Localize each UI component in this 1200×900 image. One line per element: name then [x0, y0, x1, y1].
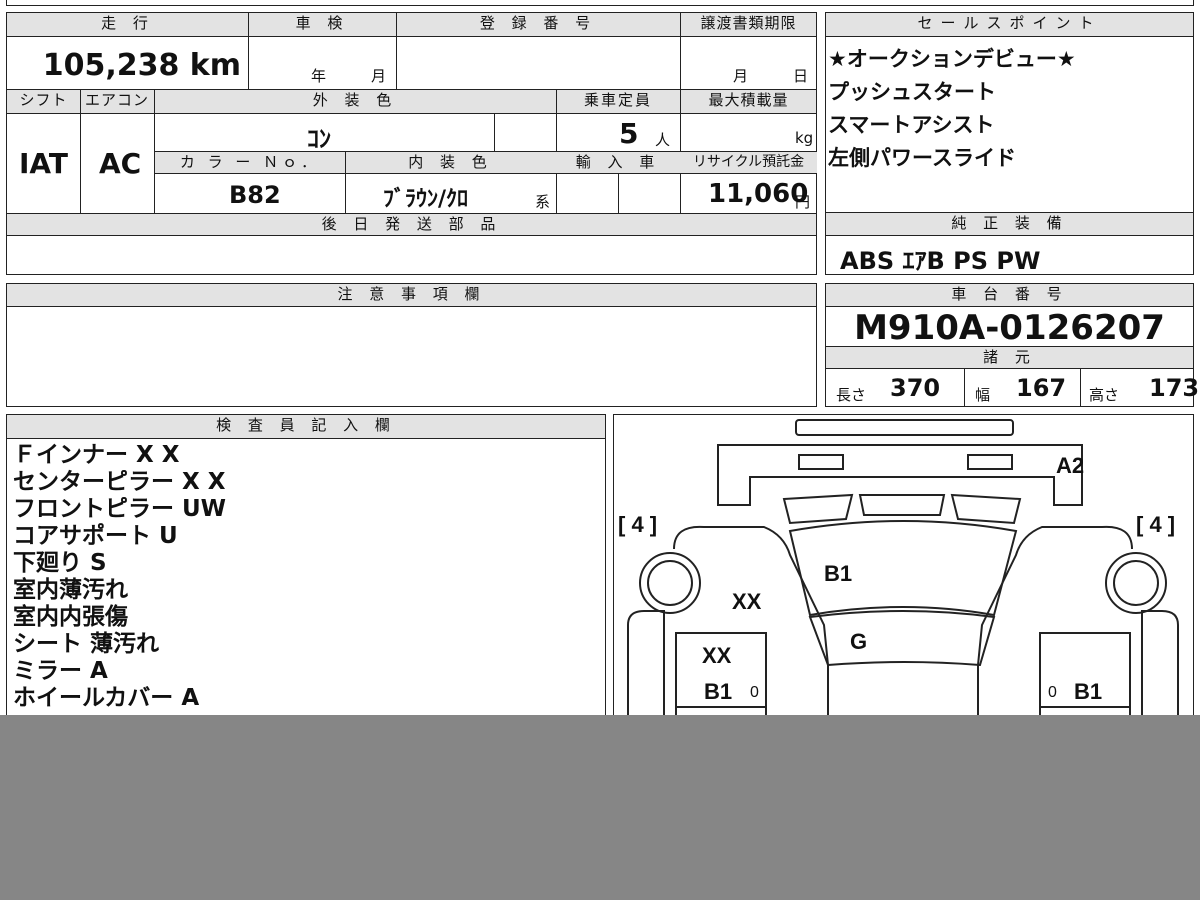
inspection-year-unit: 年 — [311, 67, 327, 85]
sales-point-item: プッシュスタート — [828, 80, 996, 104]
mileage-value: 105,238 km — [42, 48, 241, 83]
damage-mark: XX — [732, 589, 762, 614]
inspector-note: フロントピラー UW — [13, 496, 227, 522]
spec-width-label: 幅 — [975, 386, 991, 404]
transfer-deadline-header: 譲渡書類期限 — [680, 13, 817, 37]
aircon-value: AC — [99, 147, 142, 180]
sales-points-panel: セールスポイント ★オークションデビュー★ プッシュスタート スマートアシスト … — [825, 12, 1194, 213]
color-no-value: B82 — [229, 181, 281, 209]
inspector-note: 下廻り S — [13, 550, 107, 576]
registration-header: 登 録 番 号 — [396, 13, 680, 37]
interior-color-suffix: 系 — [535, 193, 551, 211]
bracket-right-label: [ 4 ] — [1136, 512, 1175, 537]
inspector-note: ホイールカバー A — [13, 685, 200, 711]
inspector-note: センターピラー X X — [13, 469, 226, 495]
spec-width-value: 167 — [1016, 374, 1067, 402]
inspection-month-unit: 月 — [371, 67, 387, 85]
car-diagram: [ 4 ] [ 4 ] A2 B1 XX G XX B1 0 0 B1 — [618, 419, 1179, 742]
deadline-month-unit: 月 — [733, 67, 749, 85]
specs-header: 諸 元 — [826, 347, 1193, 369]
roof-panel-shape — [808, 610, 996, 667]
sales-point-item: ★オークションデビュー★ — [828, 47, 1076, 71]
exterior-color-header: 外 装 色 — [154, 90, 556, 114]
body-left-outline — [673, 525, 829, 742]
inspector-notes-list: Ｆインナー X X センターピラー X X フロントピラー UW コアサポート … — [13, 442, 226, 712]
rear-window-center — [858, 494, 946, 516]
rear-bumper-shape — [795, 419, 1014, 436]
rear-window-left — [782, 493, 854, 525]
shift-value: IAT — [19, 147, 69, 180]
rear-window-right — [950, 493, 1022, 525]
damage-mark: 0 — [1048, 684, 1057, 701]
damage-mark: 0 — [750, 684, 759, 701]
chassis-header: 車 台 番 号 — [826, 284, 1193, 307]
inspector-note: 室内薄汚れ — [13, 577, 128, 603]
capacity-header: 乗車定員 — [556, 90, 680, 114]
later-parts-header: 後 日 発 送 部 品 — [7, 214, 816, 236]
deadline-day-unit: 日 — [793, 67, 809, 85]
wheel-left-inner — [647, 560, 693, 606]
spec-length-label: 長さ — [836, 386, 867, 404]
damage-mark: B1 — [824, 561, 852, 586]
tail-lamp-right — [967, 454, 1013, 470]
capacity-value: 5 — [619, 117, 639, 150]
interior-color-value: ﾌﾞﾗｳﾝ/ｸﾛ — [383, 187, 469, 212]
color-no-header: カ ラ ー Ｎｏ． — [155, 152, 345, 174]
chassis-panel: 車 台 番 号 M910A-0126207 諸 元 長さ 370 幅 167 高… — [825, 283, 1199, 407]
inspector-header: 検 査 員 記 入 欄 — [7, 415, 605, 439]
mileage-header: 走 行 — [7, 13, 248, 37]
inspection-header: 車 検 — [248, 13, 396, 37]
inspector-note: コアサポート U — [13, 523, 178, 549]
vehicle-info-table: 走 行 車 検 登 録 番 号 譲渡書類期限 105,238 km 年 月 月 … — [6, 12, 817, 275]
inspector-panel: 検 査 員 記 入 欄 Ｆインナー X X センターピラー X X フロントピラ… — [6, 414, 606, 744]
imported-header: 輸 入 車 — [556, 152, 680, 174]
recycle-fee-header: リサイクル預託金 — [680, 152, 817, 174]
chassis-number: M910A-0126207 — [854, 308, 1165, 348]
recycle-fee-unit: 円 — [795, 193, 811, 211]
bracket-left-label: [ 4 ] — [618, 512, 657, 537]
capacity-unit: 人 — [655, 131, 671, 149]
spec-length-value: 370 — [890, 374, 941, 402]
sales-point-item: 左側パワースライド — [828, 146, 1016, 170]
aircon-header: エアコン — [80, 90, 154, 114]
notes-panel: 注 意 事 項 欄 — [6, 283, 817, 407]
gray-overlay — [0, 715, 1200, 900]
interior-color-header: 内 装 色 — [345, 152, 556, 174]
damage-mark: A2 — [1056, 453, 1084, 478]
body-right-outline — [977, 525, 1133, 742]
damage-mark: XX — [702, 643, 732, 668]
damage-mark: G — [850, 629, 867, 654]
standard-equipment-header: 純 正 装 備 — [826, 213, 1193, 236]
inspector-note: ミラー A — [13, 658, 108, 684]
spec-height-label: 高さ — [1089, 386, 1120, 404]
damage-mark: B1 — [1074, 679, 1102, 704]
inspector-note: シート 薄汚れ — [13, 631, 160, 657]
inspector-note: 室内内張傷 — [13, 604, 128, 630]
notes-header: 注 意 事 項 欄 — [7, 284, 816, 307]
max-load-header: 最大積載量 — [680, 90, 817, 114]
sales-points-list: ★オークションデビュー★ プッシュスタート スマートアシスト 左側パワースライド — [828, 43, 1076, 175]
car-diagram-panel: [ 4 ] [ 4 ] A2 B1 XX G XX B1 0 0 B1 — [613, 414, 1194, 744]
recycle-fee-value: 11,060 — [708, 179, 809, 209]
exterior-color-value: ｺﾝ — [307, 125, 331, 153]
max-load-unit: kg — [795, 129, 814, 147]
shift-header: シフト — [7, 90, 80, 114]
sales-points-header: セールスポイント — [826, 13, 1193, 37]
standard-equipment-value: ABS ｴｱB PS PW — [840, 247, 1041, 275]
damage-mark: B1 — [704, 679, 732, 704]
tail-lamp-left — [798, 454, 844, 470]
spec-height-value: 173 — [1149, 374, 1200, 402]
wheel-right-inner — [1113, 560, 1159, 606]
top-strip — [6, 0, 1194, 6]
inspector-note: Ｆインナー X X — [13, 442, 180, 468]
sales-point-item: スマートアシスト — [828, 113, 995, 137]
standard-equipment-panel: 純 正 装 備 ABS ｴｱB PS PW — [825, 212, 1194, 275]
